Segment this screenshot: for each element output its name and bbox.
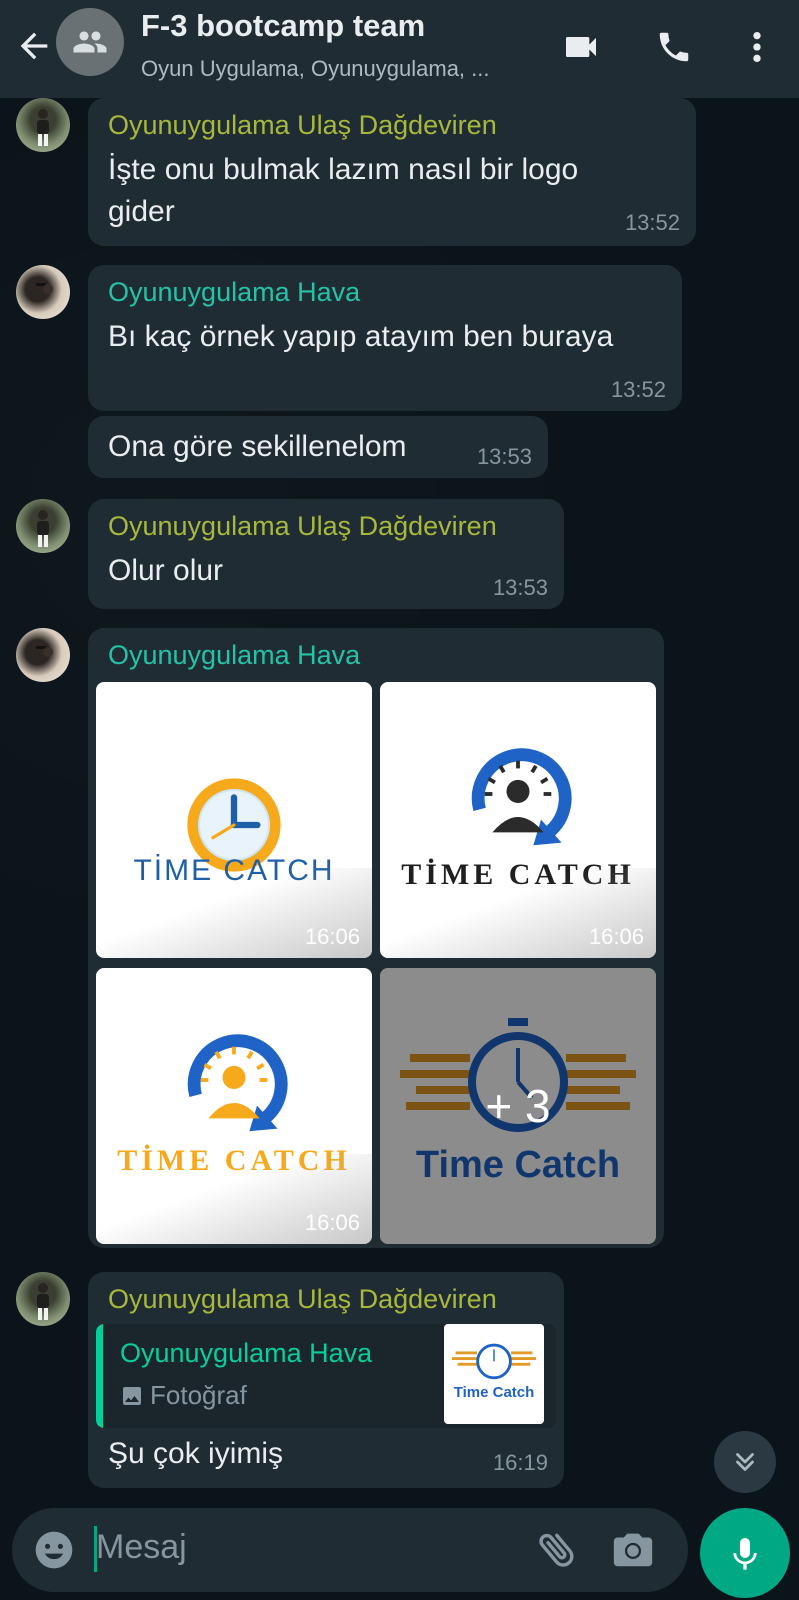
message-input-bar: Mesaj — [12, 1508, 688, 1592]
sender-name: Oyunuygulama Hava — [108, 640, 361, 670]
photo-thumbnail-more[interactable]: Time Catch + 3 — [380, 968, 656, 1244]
message-time: 13:52 — [610, 377, 666, 402]
reply-message-bubble[interactable]: Oyunuygulama Ulaş Dağdeviren Oyunuygulam… — [88, 1272, 564, 1488]
photo-time: 16:06 — [304, 1210, 360, 1235]
message-text-line: gider — [108, 195, 175, 228]
message-bubble[interactable]: Oyunuygulama Ulaş Dağdeviren Olur olur 1… — [88, 499, 564, 609]
photo-thumbnail[interactable]: TİME CATCH 16:06 — [96, 682, 372, 958]
chat-title[interactable]: F-3 bootcamp team — [141, 8, 425, 44]
message-text: Ona göre sekillenelom — [108, 430, 407, 463]
mic-button[interactable] — [700, 1508, 790, 1598]
quoted-type-label: Fotoğraf — [150, 1380, 247, 1410]
message-bubble[interactable]: Oyunuygulama Hava Bı kaç örnek yapıp ata… — [88, 265, 682, 411]
avatar-ulas[interactable] — [16, 98, 70, 152]
attach-icon[interactable] — [534, 1526, 580, 1577]
message-text-line: İşte onu bulmak lazım nasıl bir logo — [108, 153, 579, 186]
emoji-icon[interactable] — [32, 1528, 76, 1577]
thumb-logo-text: Time Catch — [453, 1384, 535, 1401]
phone-icon[interactable] — [651, 24, 697, 70]
more-photos-overlay[interactable]: + 3 — [380, 968, 656, 1244]
back-arrow-icon[interactable] — [14, 26, 54, 66]
message-text: Olur olur — [108, 554, 224, 587]
photo-time: 16:06 — [588, 924, 644, 949]
message-time: 13:53 — [492, 575, 548, 600]
chevron-down-double-icon — [736, 1453, 754, 1471]
sender-name: Oyunuygulama Hava — [108, 277, 361, 307]
sender-name: Oyunuygulama Ulaş Dağdeviren — [108, 511, 497, 541]
chat-subtitle[interactable]: Oyun Uygulama, Oyunuygulama, ... — [141, 56, 490, 82]
scroll-to-bottom-button[interactable] — [714, 1431, 776, 1493]
photo-icon — [123, 1386, 141, 1405]
avatar-hava[interactable] — [16, 628, 70, 682]
message-time: 16:19 — [492, 1450, 548, 1475]
camera-icon[interactable] — [610, 1526, 656, 1577]
quoted-message[interactable]: Oyunuygulama Hava Fotoğraf Time Catch — [96, 1324, 556, 1428]
video-call-icon[interactable] — [558, 24, 604, 70]
message-text: Bı kaç örnek yapıp atayım ben buraya — [108, 320, 614, 353]
quoted-thumbnail: Time Catch — [444, 1324, 544, 1424]
more-vert-icon[interactable] — [734, 24, 780, 70]
photo-album-bubble[interactable]: Oyunuygulama Hava TİME CATCH 16:06 TİME … — [88, 628, 664, 1248]
message-bubble[interactable]: Ona göre sekillenelom 13:53 — [88, 416, 548, 478]
message-text: Şu çok iyimiş — [108, 1437, 284, 1470]
avatar-hava[interactable] — [16, 265, 70, 319]
message-time: 13:53 — [476, 444, 532, 469]
sender-name: Oyunuygulama Ulaş Dağdeviren — [108, 1284, 497, 1314]
photo-thumbnail[interactable]: TİME CATCH 16:06 — [380, 682, 656, 958]
quote-bar — [96, 1324, 103, 1428]
person-clock-logo-icon — [187, 1034, 288, 1132]
photo-thumbnail[interactable]: TİME CATCH 16:06 — [96, 968, 372, 1244]
mic-icon — [733, 1538, 757, 1570]
message-input[interactable]: Mesaj — [96, 1528, 187, 1567]
quoted-sender: Oyunuygulama Hava — [120, 1338, 373, 1368]
group-avatar[interactable] — [56, 8, 124, 76]
avatar-ulas[interactable] — [16, 1272, 70, 1326]
message-time: 13:52 — [624, 210, 680, 235]
avatar-ulas[interactable] — [16, 499, 70, 553]
quoted-type: Fotoğraf — [120, 1380, 247, 1411]
group-icon — [73, 31, 107, 53]
sender-name: Oyunuygulama Ulaş Dağdeviren — [108, 110, 497, 140]
photo-time: 16:06 — [304, 924, 360, 949]
person-clock-logo-icon — [471, 748, 572, 846]
chat-header: F-3 bootcamp team Oyun Uygulama, Oyunuyg… — [0, 0, 799, 98]
message-bubble[interactable]: Oyunuygulama Ulaş Dağdeviren İşte onu bu… — [88, 98, 696, 246]
